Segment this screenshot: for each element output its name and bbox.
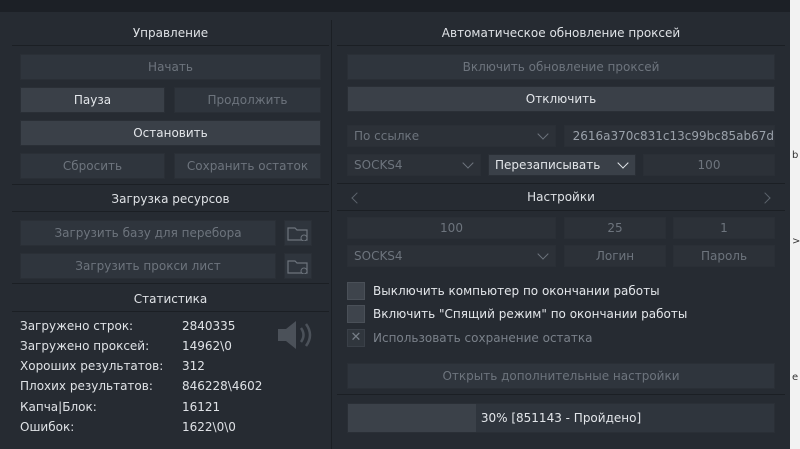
chevron-down-icon (617, 157, 629, 169)
stat-label: Плохих результатов: (20, 379, 153, 393)
update-interval-input[interactable]: 100 (643, 154, 775, 176)
divider (12, 45, 329, 46)
stat-row: Капча|Блок: 16121 (20, 400, 320, 418)
timeout-value: 25 (607, 221, 623, 235)
enable-proxy-update-button[interactable]: Включить обновление проксей (347, 54, 775, 80)
timeout-input[interactable]: 25 (564, 217, 666, 239)
control-title: Управление (132, 26, 209, 40)
sleep-checkbox[interactable] (347, 305, 365, 323)
reset-button[interactable]: Сбросить (20, 153, 165, 179)
folder-icon (287, 227, 308, 241)
chevron-down-icon (462, 157, 474, 169)
edge-glyph: e (792, 372, 799, 383)
stat-row: Плохих результатов: 846228\4602 (20, 379, 320, 397)
speaker-icon (278, 321, 312, 349)
load-base-folder-button[interactable] (284, 220, 312, 246)
divider (12, 311, 329, 312)
source-select[interactable]: По ссылке (347, 125, 556, 147)
checkmark-x-icon: ✕ (350, 330, 362, 345)
shutdown-label: Выключить компьютер по окончании работы (373, 284, 660, 298)
stat-value: 1622\0\0 (182, 420, 236, 434)
resume-button[interactable]: Продолжить (174, 87, 321, 113)
stat-label: Ошибок: (20, 420, 75, 434)
title-strip (0, 0, 790, 12)
settings-proxy-type-select[interactable]: SOCKS4 (347, 245, 556, 267)
load-base-button[interactable]: Загрузить базу для перебора (20, 220, 276, 246)
divider (12, 184, 329, 185)
retries-value: 1 (720, 221, 728, 235)
save-rest-label: Использовать сохранение остатка (373, 331, 593, 345)
source-select-value: По ссылке (354, 129, 420, 143)
update-interval-value: 100 (697, 158, 721, 172)
start-button[interactable]: Начать (20, 54, 321, 80)
stat-label: Загружено проксей: (20, 339, 150, 353)
save-rest-button[interactable]: Сохранить остаток (174, 153, 321, 179)
shutdown-option[interactable]: Выключить компьютер по окончании работы (347, 281, 660, 301)
resources-title: Загрузка ресурсов (111, 192, 230, 206)
stats-title: Статистика (133, 292, 208, 306)
chevron-down-icon (537, 128, 549, 140)
save-rest-checkbox: ✕ (347, 329, 365, 347)
sleep-option[interactable]: Включить "Спящий режим" по окончании раб… (347, 304, 687, 324)
stat-value: 846228\4602 (182, 379, 263, 393)
login-placeholder: Логин (595, 249, 635, 263)
column-divider (331, 20, 332, 449)
mode-select-value: Перезаписывать (495, 158, 601, 172)
retries-input[interactable]: 1 (673, 217, 775, 239)
password-placeholder: Пароль (700, 249, 748, 263)
stat-label: Загружено строк: (20, 319, 134, 333)
divider (12, 283, 329, 284)
sleep-label: Включить "Спящий режим" по окончании раб… (373, 307, 688, 321)
password-input[interactable]: Пароль (673, 245, 775, 267)
autoupdate-proxy-type-value: SOCKS4 (354, 158, 403, 172)
shutdown-checkbox[interactable] (347, 282, 365, 300)
divider (337, 210, 785, 211)
stat-label: Капча|Блок: (20, 400, 97, 414)
load-proxy-button[interactable]: Загрузить прокси лист (20, 253, 276, 279)
autoupdate-proxy-type-select[interactable]: SOCKS4 (347, 154, 481, 176)
threads-value: 100 (440, 221, 463, 235)
login-input[interactable]: Логин (564, 245, 666, 267)
divider (337, 183, 785, 184)
progress-text: 30% [851143 - Пройдено] (480, 411, 642, 425)
folder-icon (287, 260, 308, 274)
divider (12, 211, 329, 212)
stat-value: 14962\0 (182, 339, 232, 353)
extra-settings-button[interactable]: Открыть дополнительные настройки (347, 363, 775, 389)
stat-value: 16121 (182, 400, 221, 414)
stat-value: 2840335 (182, 319, 236, 333)
progress-bar: 30% [851143 - Пройдено] (347, 403, 775, 433)
stop-button[interactable]: Остановить (20, 120, 321, 146)
background-window-edge: b > e (790, 0, 800, 449)
right-panel: Автоматическое обновление проксей Включи… (337, 20, 785, 449)
chevron-down-icon (537, 248, 549, 260)
sound-toggle[interactable] (274, 317, 318, 353)
proxy-url-value: 2616a370c831c13c99bc85ab67d (572, 129, 774, 143)
load-proxy-folder-button[interactable] (284, 253, 312, 279)
disable-proxy-update-button[interactable]: Отключить (347, 86, 775, 112)
stat-row: Хороших результатов: 312 (20, 359, 320, 377)
settings-proxy-type-value: SOCKS4 (354, 249, 403, 263)
left-panel: Управление Начать Пауза Продолжить Остан… (12, 20, 329, 449)
edge-glyph: b (792, 150, 799, 161)
autoupdate-title: Автоматическое обновление проксей (441, 26, 681, 40)
edge-glyph: > (792, 236, 800, 247)
app-window: Управление Начать Пауза Продолжить Остан… (0, 0, 790, 449)
divider (337, 394, 785, 395)
stat-value: 312 (182, 359, 205, 373)
stat-label: Хороших результатов: (20, 359, 164, 373)
threads-input[interactable]: 100 (347, 217, 556, 239)
stat-row: Ошибок: 1622\0\0 (20, 420, 320, 438)
proxy-url-input[interactable]: 2616a370c831c13c99bc85ab67d (564, 125, 775, 147)
save-rest-option: ✕ Использовать сохранение остатка (347, 328, 593, 348)
mode-select[interactable]: Перезаписывать (488, 154, 636, 176)
divider (337, 45, 785, 46)
pause-button[interactable]: Пауза (20, 87, 165, 113)
settings-title: Настройки (527, 190, 595, 204)
